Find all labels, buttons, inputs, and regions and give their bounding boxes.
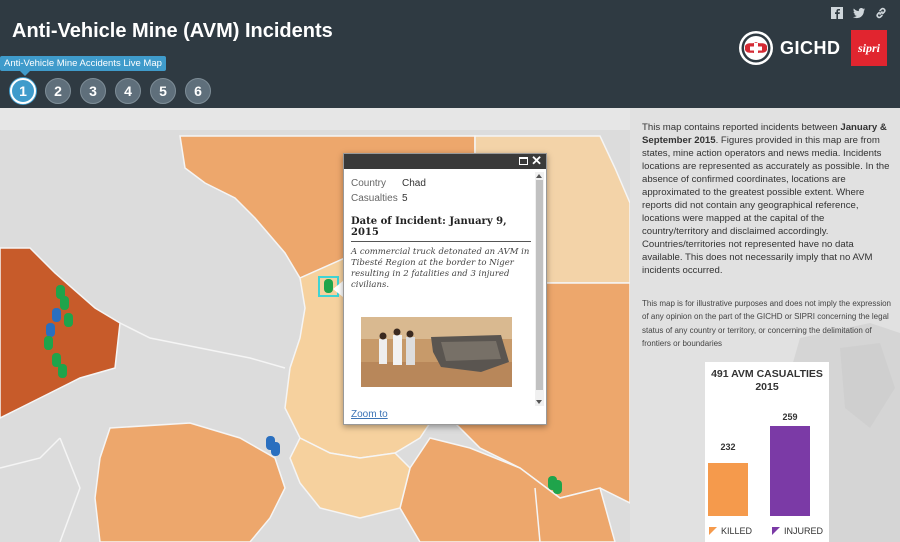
sipri-logo[interactable]: sipri — [851, 30, 887, 66]
zoom-to-link[interactable]: Zoom to — [351, 409, 388, 420]
tab-4[interactable]: 4 — [115, 78, 141, 104]
killed-bar — [708, 462, 748, 516]
incident-photo — [361, 317, 512, 387]
field-value: 5 — [402, 193, 408, 204]
story-tabs: 1 2 3 4 5 6 — [10, 78, 211, 104]
intro-text-1: This map contains reported incidents bet… — [642, 122, 841, 133]
tab-6[interactable]: 6 — [185, 78, 211, 104]
close-icon[interactable]: ✕ — [531, 153, 542, 169]
injured-bar — [770, 426, 810, 516]
tab-5[interactable]: 5 — [150, 78, 176, 104]
injured-label: INJURED — [784, 526, 824, 536]
page-title: Anti-Vehicle Mine (AVM) Incidents — [12, 20, 333, 42]
legend-killed: KILLED — [709, 526, 752, 536]
casualties-title-line1: 491 AVM CASUALTIES — [711, 368, 823, 380]
incident-popup: ✕ Country Chad Casualties 5 Date of Inci… — [343, 153, 547, 425]
field-label: Country — [351, 178, 387, 189]
tab-2[interactable]: 2 — [45, 78, 71, 104]
scroll-down-icon[interactable] — [536, 400, 542, 404]
incident-date: Date of Incident: January 9, 2015 — [351, 216, 531, 242]
share-icons — [830, 6, 888, 20]
popup-pointer — [333, 281, 343, 297]
casualties-title-line2: 2015 — [755, 381, 779, 393]
gichd-emblem-icon — [739, 31, 773, 65]
popup-field-casualties: Casualties 5 — [351, 193, 531, 204]
panel-intro: This map contains reported incidents bet… — [642, 121, 892, 277]
popup-scrollbar[interactable] — [535, 172, 544, 406]
panel-disclaimer: This map is for illustrative purposes an… — [642, 299, 892, 348]
gichd-text: GICHD — [780, 37, 841, 58]
twitter-icon[interactable] — [852, 6, 866, 20]
killed-value: 232 — [720, 442, 736, 452]
gichd-logo[interactable]: GICHD — [738, 30, 841, 66]
maximize-icon[interactable] — [519, 157, 528, 165]
popup-content: Country Chad Casualties 5 Date of Incide… — [351, 178, 531, 291]
casualties-card: 491 AVM CASUALTIES 2015 232 259 KILLED I… — [705, 362, 829, 542]
field-label: Casualties — [351, 193, 398, 204]
casualties-title: 491 AVM CASUALTIES 2015 — [705, 368, 829, 394]
scroll-thumb[interactable] — [536, 180, 543, 390]
injured-value: 259 — [782, 412, 798, 422]
tab-tooltip: Anti-Vehicle Mine Accidents Live Map — [0, 56, 166, 71]
killed-label: KILLED — [721, 526, 753, 536]
facebook-icon[interactable] — [830, 6, 844, 20]
link-icon[interactable] — [874, 6, 888, 20]
tab-1[interactable]: 1 — [10, 78, 36, 104]
popup-field-country: Country Chad — [351, 178, 531, 189]
app-header: Anti-Vehicle Mine (AVM) Incidents GICHD … — [0, 0, 900, 108]
legend-injured: INJURED — [772, 526, 823, 536]
popup-titlebar: ✕ — [344, 153, 546, 169]
incident-description: A commercial truck detonated an AVM in T… — [351, 247, 530, 290]
injured-legend-icon — [772, 527, 780, 535]
field-value: Chad — [402, 178, 426, 189]
killed-legend-icon — [709, 527, 717, 535]
tab-tooltip-arrow — [20, 71, 30, 76]
tab-3[interactable]: 3 — [80, 78, 106, 104]
intro-text-2: . Figures provided in this map are from … — [642, 135, 890, 276]
scroll-up-icon[interactable] — [536, 174, 542, 178]
